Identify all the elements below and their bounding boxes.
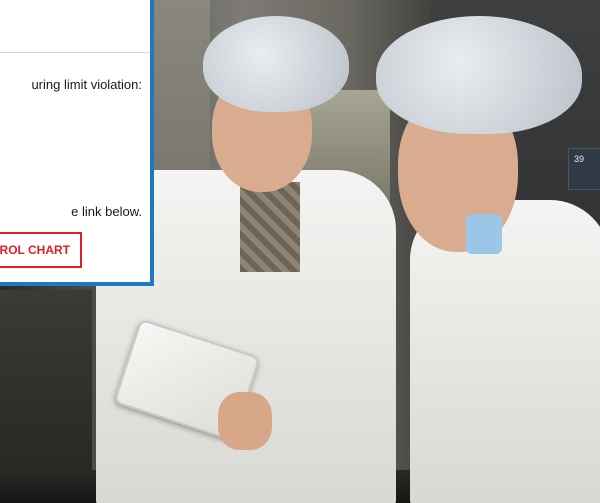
view-control-chart-button[interactable]: ROL CHART [0,232,82,268]
link-instruction-text: e link below. [71,204,142,219]
plaid-shirt [240,182,300,272]
email-notification-card: uring limit violation: e link below. ROL… [0,0,154,286]
female-hairnet [203,16,349,112]
face-mask [466,214,502,254]
lab-scene: 39 uring limit violation: e link below. … [0,0,600,503]
email-divider [0,52,150,53]
male-hairnet [376,16,582,134]
hand [218,392,272,450]
violation-message-text: uring limit violation: [31,77,142,92]
wall-device-readout: 39 [574,154,585,164]
